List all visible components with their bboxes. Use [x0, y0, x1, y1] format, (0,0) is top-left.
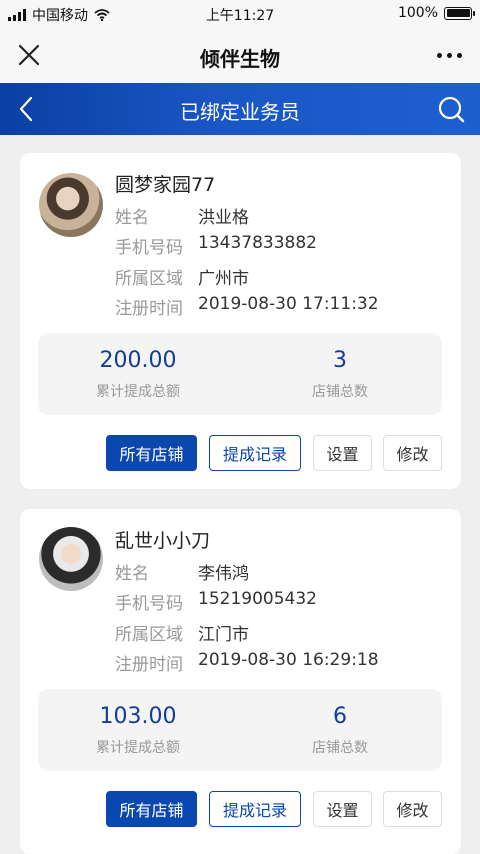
stats-box: 103.00 累计提成总额 6 店铺总数 — [38, 689, 442, 771]
battery-percent: 100% — [397, 5, 438, 21]
settings-button[interactable]: 设置 — [313, 435, 372, 471]
status-right: 100% — [397, 5, 475, 21]
stats-box: 200.00 累计提成总额 3 店铺总数 — [38, 333, 442, 415]
salesman-card: 乱世小小刀 姓名 李伟鸿 手机号码 15219005432 所属区域 江门市 注… — [20, 509, 461, 854]
avatar — [39, 527, 103, 591]
shop-name: 圆梦家园77 — [115, 174, 216, 196]
name-value: 洪业格 — [198, 208, 249, 228]
region-value: 江门市 — [198, 625, 249, 645]
status-bar: 中国移动 上午11:27 100% — [0, 0, 480, 28]
all-shops-button[interactable]: 所有店铺 — [106, 791, 197, 827]
register-time-value: 2019-08-30 16:29:18 — [198, 650, 379, 670]
register-time-value: 2019-08-30 17:11:32 — [198, 294, 379, 314]
more-dots-icon[interactable] — [432, 40, 466, 70]
shop-name: 乱世小小刀 — [115, 530, 211, 552]
page-title: 已绑定业务员 — [180, 100, 300, 124]
battery-icon — [444, 6, 475, 20]
region-label: 所属区域 — [115, 625, 183, 645]
withdraw-records-button[interactable]: 提成记录 — [209, 791, 301, 827]
name-value: 李伟鸿 — [198, 564, 249, 584]
phone-value: 13437833882 — [198, 233, 317, 253]
register-time-label: 注册时间 — [115, 655, 183, 675]
settings-button[interactable]: 设置 — [313, 791, 372, 827]
total-withdraw-label: 累计提成总额 — [96, 740, 180, 756]
region-label: 所属区域 — [115, 269, 183, 289]
app-header: 倾伴生物 — [0, 28, 480, 83]
app-title: 倾伴生物 — [200, 47, 280, 71]
phone-label: 手机号码 — [115, 594, 183, 614]
total-shops-label: 店铺总数 — [312, 740, 368, 756]
edit-button[interactable]: 修改 — [383, 435, 442, 471]
salesman-card: 圆梦家园77 姓名 洪业格 手机号码 13437833882 所属区域 广州市 … — [20, 153, 461, 489]
name-label: 姓名 — [115, 564, 149, 584]
total-shops-label: 店铺总数 — [312, 384, 368, 400]
withdraw-records-button[interactable]: 提成记录 — [209, 435, 301, 471]
total-withdraw-value: 103.00 — [99, 704, 177, 729]
search-icon[interactable] — [436, 94, 466, 124]
battery-level — [446, 9, 470, 17]
phone-label: 手机号码 — [115, 238, 183, 258]
phone-value: 15219005432 — [198, 589, 317, 609]
name-label: 姓名 — [115, 208, 149, 228]
register-time-label: 注册时间 — [115, 299, 183, 319]
nav-bar: 已绑定业务员 — [0, 83, 480, 135]
edit-button[interactable]: 修改 — [383, 791, 442, 827]
total-withdraw-label: 累计提成总额 — [96, 384, 180, 400]
total-shops-value: 6 — [333, 704, 347, 729]
all-shops-button[interactable]: 所有店铺 — [106, 435, 197, 471]
total-shops-value: 3 — [333, 348, 347, 373]
total-withdraw-value: 200.00 — [99, 348, 177, 373]
region-value: 广州市 — [198, 269, 249, 289]
avatar — [39, 173, 103, 237]
